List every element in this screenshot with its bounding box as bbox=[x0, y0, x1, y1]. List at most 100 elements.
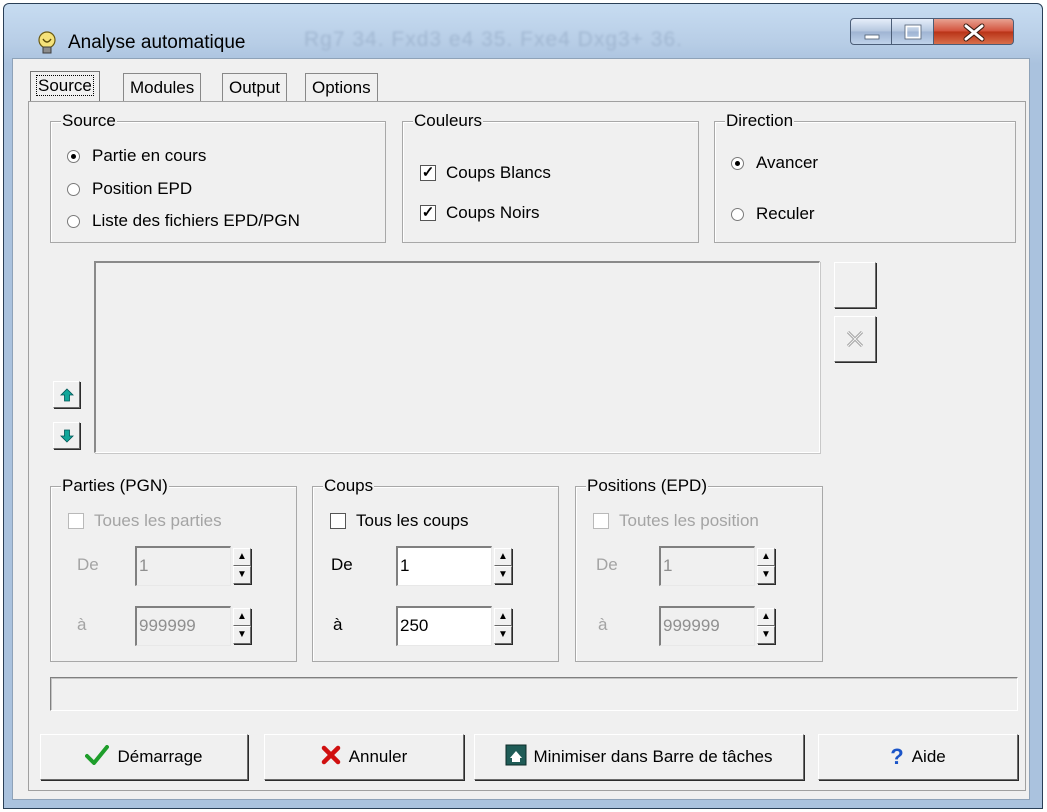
spin-up-icon[interactable]: ▲ bbox=[757, 548, 775, 566]
source-option-current-game[interactable]: Partie en cours bbox=[67, 146, 206, 166]
positions-from-label: De bbox=[596, 555, 618, 574]
spin-up-icon[interactable]: ▲ bbox=[494, 548, 512, 566]
remove-file-button[interactable] bbox=[834, 316, 876, 362]
games-pgn-group: Parties (PGN) Toues les parties De 1 ▲ ▼ … bbox=[50, 476, 297, 662]
backward-label: Reculer bbox=[756, 204, 815, 223]
file-list-box[interactable] bbox=[94, 261, 820, 453]
close-button[interactable] bbox=[934, 18, 1014, 45]
games-to-spinner[interactable]: ▲ ▼ bbox=[233, 608, 251, 644]
moves-from-input[interactable]: 1 bbox=[396, 546, 492, 586]
white-moves-option[interactable]: ✓ Coups Blancs bbox=[420, 163, 551, 183]
source-option-label: Partie en cours bbox=[92, 146, 207, 165]
cancel-button[interactable]: Annuler bbox=[264, 734, 464, 780]
all-positions-checkbox[interactable] bbox=[593, 513, 609, 529]
white-moves-checkbox[interactable]: ✓ bbox=[420, 165, 436, 181]
spin-down-icon[interactable]: ▼ bbox=[233, 626, 251, 644]
moves-group: Coups Tous les coups De 1 ▲ ▼ à 250 ▲ ▼ bbox=[312, 476, 559, 662]
positions-to-label: à bbox=[598, 615, 608, 634]
taskbar-icon bbox=[505, 744, 527, 771]
arrow-down-icon bbox=[59, 429, 74, 443]
games-group-title: Parties (PGN) bbox=[61, 476, 169, 496]
source-option-epd-position[interactable]: Position EPD bbox=[67, 179, 192, 199]
all-positions-label: Toutes les position bbox=[619, 511, 759, 530]
tab-output[interactable]: Output bbox=[222, 73, 288, 101]
spin-up-icon[interactable]: ▲ bbox=[494, 608, 512, 626]
games-from-label: De bbox=[77, 555, 99, 574]
tab-source[interactable]: Source bbox=[30, 71, 100, 101]
moves-from-label: De bbox=[331, 555, 353, 574]
all-positions-option[interactable]: Toutes les position bbox=[593, 511, 759, 531]
games-from-input[interactable]: 1 bbox=[135, 546, 231, 586]
positions-group-title: Positions (EPD) bbox=[586, 476, 708, 496]
maximize-button[interactable] bbox=[892, 18, 934, 45]
source-option-label: Position EPD bbox=[92, 179, 193, 198]
direction-group: Direction Avancer Reculer bbox=[714, 111, 1016, 243]
spin-up-icon[interactable]: ▲ bbox=[757, 608, 775, 626]
forward-label: Avancer bbox=[756, 153, 819, 172]
moves-from-spinner[interactable]: ▲ ▼ bbox=[494, 548, 512, 584]
move-down-button[interactable] bbox=[53, 422, 80, 449]
checkmark-icon bbox=[85, 744, 110, 770]
tab-source-label: Source bbox=[36, 75, 94, 96]
radio-backward[interactable] bbox=[731, 207, 744, 221]
source-option-file-list[interactable]: Liste des fichiers EPD/PGN bbox=[67, 211, 300, 231]
spin-up-icon[interactable]: ▲ bbox=[233, 548, 251, 566]
positions-to-input[interactable]: 999999 bbox=[659, 606, 755, 646]
tab-modules[interactable]: Modules bbox=[123, 73, 202, 101]
background-window-text: Rg7 34. Fxd3 e4 35. Fxe4 Dxg3+ 36. bbox=[304, 28, 683, 51]
help-button-label: Aide bbox=[911, 747, 946, 766]
black-moves-label: Coups Noirs bbox=[446, 203, 540, 222]
title-bar[interactable]: Analyse automatique Rg7 34. Fxd3 e4 35. … bbox=[4, 4, 1042, 62]
black-moves-checkbox[interactable]: ✓ bbox=[420, 205, 436, 221]
black-moves-option[interactable]: ✓ Coups Noirs bbox=[420, 203, 540, 223]
positions-from-input[interactable]: 1 bbox=[659, 546, 755, 586]
radio-current-game[interactable] bbox=[67, 149, 80, 163]
games-to-label: à bbox=[77, 615, 87, 634]
white-moves-label: Coups Blancs bbox=[446, 163, 551, 182]
cancel-x-icon bbox=[321, 745, 341, 770]
moves-to-input[interactable]: 250 bbox=[396, 606, 492, 646]
spin-up-icon[interactable]: ▲ bbox=[233, 608, 251, 626]
positions-from-spinner[interactable]: ▲ ▼ bbox=[757, 548, 775, 584]
spin-down-icon[interactable]: ▼ bbox=[494, 566, 512, 584]
start-button[interactable]: Démarrage bbox=[40, 734, 248, 780]
all-moves-option[interactable]: Tous les coups bbox=[330, 511, 468, 531]
all-games-checkbox[interactable] bbox=[68, 513, 84, 529]
spin-down-icon[interactable]: ▼ bbox=[494, 626, 512, 644]
spin-down-icon[interactable]: ▼ bbox=[233, 566, 251, 584]
moves-to-spinner[interactable]: ▲ ▼ bbox=[494, 608, 512, 644]
help-button[interactable]: ? Aide bbox=[818, 734, 1018, 780]
radio-forward[interactable] bbox=[731, 156, 744, 170]
colors-group-title: Couleurs bbox=[413, 111, 484, 131]
spin-down-icon[interactable]: ▼ bbox=[757, 566, 775, 584]
direction-backward-option[interactable]: Reculer bbox=[731, 204, 815, 224]
radio-epd-position[interactable] bbox=[67, 182, 80, 196]
spin-down-icon[interactable]: ▼ bbox=[757, 626, 775, 644]
direction-forward-option[interactable]: Avancer bbox=[731, 153, 818, 173]
all-games-option[interactable]: Toues les parties bbox=[68, 511, 222, 531]
direction-group-title: Direction bbox=[725, 111, 795, 131]
games-from-spinner[interactable]: ▲ ▼ bbox=[233, 548, 251, 584]
all-moves-label: Tous les coups bbox=[356, 511, 469, 530]
help-question-icon: ? bbox=[890, 744, 904, 769]
progress-bar bbox=[50, 677, 1018, 711]
minimize-to-taskbar-button[interactable]: Minimiser dans Barre de tâches bbox=[474, 734, 804, 780]
delete-x-icon bbox=[846, 330, 864, 348]
tab-options[interactable]: Options bbox=[305, 73, 378, 101]
positions-to-spinner[interactable]: ▲ ▼ bbox=[757, 608, 775, 644]
source-option-label: Liste des fichiers EPD/PGN bbox=[92, 211, 300, 230]
window-title: Analyse automatique bbox=[68, 32, 246, 53]
lightbulb-icon bbox=[36, 31, 58, 55]
games-to-input[interactable]: 999999 bbox=[135, 606, 231, 646]
radio-file-list[interactable] bbox=[67, 214, 80, 228]
add-file-button[interactable] bbox=[834, 262, 876, 308]
all-games-label: Toues les parties bbox=[94, 511, 222, 530]
moves-group-title: Coups bbox=[323, 476, 375, 496]
positions-epd-group: Positions (EPD) Toutes les position De 1… bbox=[575, 476, 823, 662]
move-up-button[interactable] bbox=[53, 381, 80, 408]
all-moves-checkbox[interactable] bbox=[330, 513, 346, 529]
minimize-to-taskbar-label: Minimiser dans Barre de tâches bbox=[533, 747, 773, 766]
source-group: Source Partie en cours Position EPD List… bbox=[50, 111, 386, 243]
start-button-label: Démarrage bbox=[117, 747, 203, 766]
minimize-button[interactable] bbox=[850, 18, 892, 45]
